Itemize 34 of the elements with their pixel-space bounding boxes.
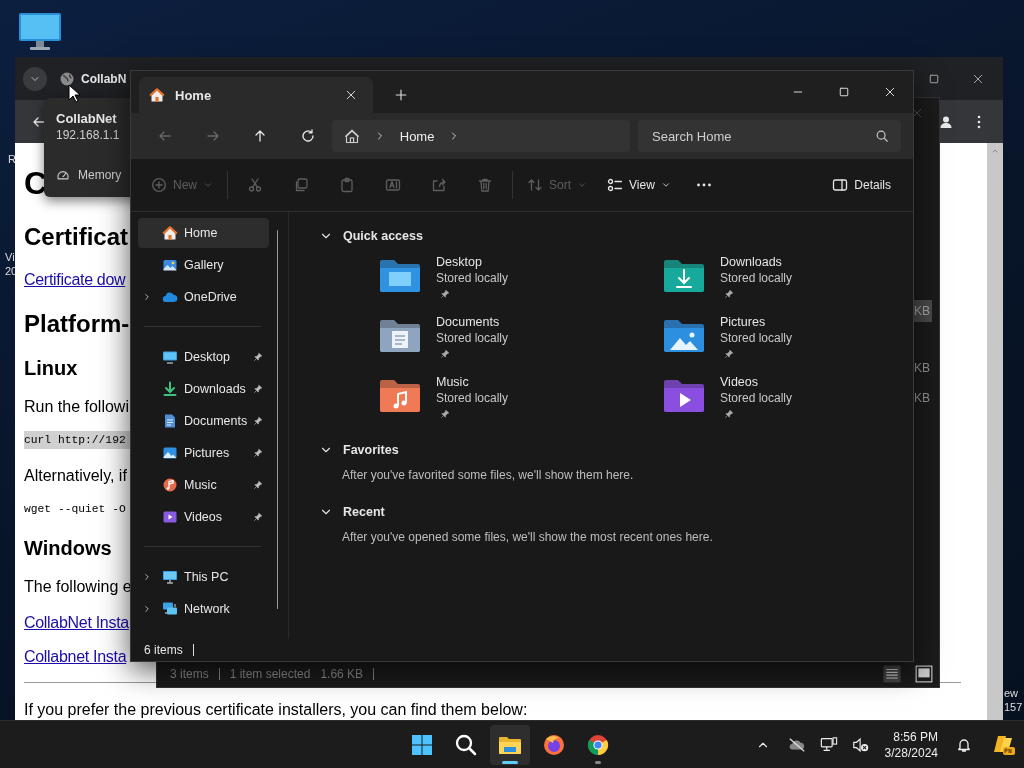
folder-location: Stored locally <box>436 270 509 286</box>
page-heading: C <box>24 165 48 202</box>
tab-title: Home <box>175 87 212 103</box>
empty-message: After you've favorited some files, we'll show them here. <box>342 468 635 482</box>
section-heading: Platform- <box>24 310 130 338</box>
folder-location: Stored locally <box>720 270 793 286</box>
folder-location: Stored locally <box>436 330 509 346</box>
status-text: 1 item selected <box>229 667 311 681</box>
status-text: 3 items <box>170 667 209 681</box>
folder-location: Stored locally <box>720 330 793 346</box>
paragraph: If you prefer the previous certificate installers, you can find them below: <box>24 700 528 719</box>
folder-location: Stored locally <box>436 390 509 406</box>
text-fragment: R <box>8 152 17 166</box>
subsection-heading: Windows <box>24 537 112 560</box>
status-text: 1.66 KB <box>320 667 364 681</box>
site-name: CollabNet <box>56 111 118 127</box>
date-text: 3/28/2024 <box>884 744 938 761</box>
item-count: 6 items <box>144 643 183 657</box>
text-fragment: ew <box>1004 686 1020 700</box>
text-fragment: 157 <box>1004 700 1023 714</box>
section-heading: Certificat <box>24 223 129 251</box>
tab-title: CollabN <box>81 71 127 86</box>
paragraph: Run the followi <box>24 397 129 416</box>
empty-message: After you've opened some files, we'll show the most recent ones here. <box>342 530 714 544</box>
time-text: 8:56 PM <box>893 728 938 745</box>
paragraph: Alternatively, if <box>24 466 127 485</box>
file-size: KB <box>913 360 931 377</box>
folder-location: Stored locally <box>720 390 793 406</box>
code-line: wget --quiet -O <box>24 502 126 517</box>
site-address: 192.168.1.1 <box>56 127 121 143</box>
file-size: KB <box>913 390 931 407</box>
memory-label: Memory <box>78 168 122 182</box>
subsection-heading: Linux <box>24 357 78 380</box>
text-fragment: Vi <box>5 250 16 264</box>
